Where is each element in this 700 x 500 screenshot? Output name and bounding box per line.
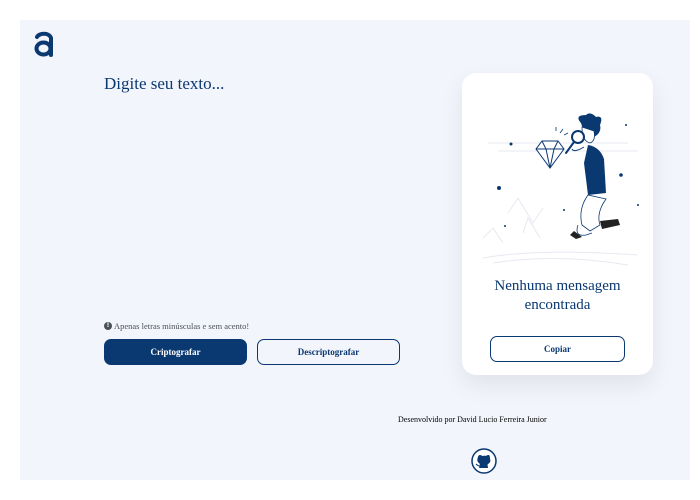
info-icon: !: [104, 322, 112, 330]
footer-credit: Desenvolvido por David Lucio Ferreira Ju…: [398, 415, 547, 424]
github-link[interactable]: [471, 448, 497, 474]
github-icon: [471, 448, 497, 474]
hint-text: Apenas letras minúsculas e sem acento!: [114, 321, 250, 331]
input-hint: ! Apenas letras minúsculas e sem acento!: [104, 321, 249, 331]
output-card: Nenhuma mensagem encontrada Copiar: [462, 73, 653, 375]
empty-message: Nenhuma mensagem encontrada: [494, 278, 621, 313]
app-container: ! Apenas letras minúsculas e sem acento!…: [20, 20, 690, 480]
alura-logo-icon[interactable]: [31, 29, 57, 59]
copy-button[interactable]: Copiar: [490, 336, 625, 362]
encrypt-button[interactable]: Criptografar: [104, 339, 247, 365]
message-input[interactable]: [104, 70, 424, 314]
decrypt-button[interactable]: Descriptografar: [257, 339, 400, 365]
search-illustration: [482, 113, 639, 266]
